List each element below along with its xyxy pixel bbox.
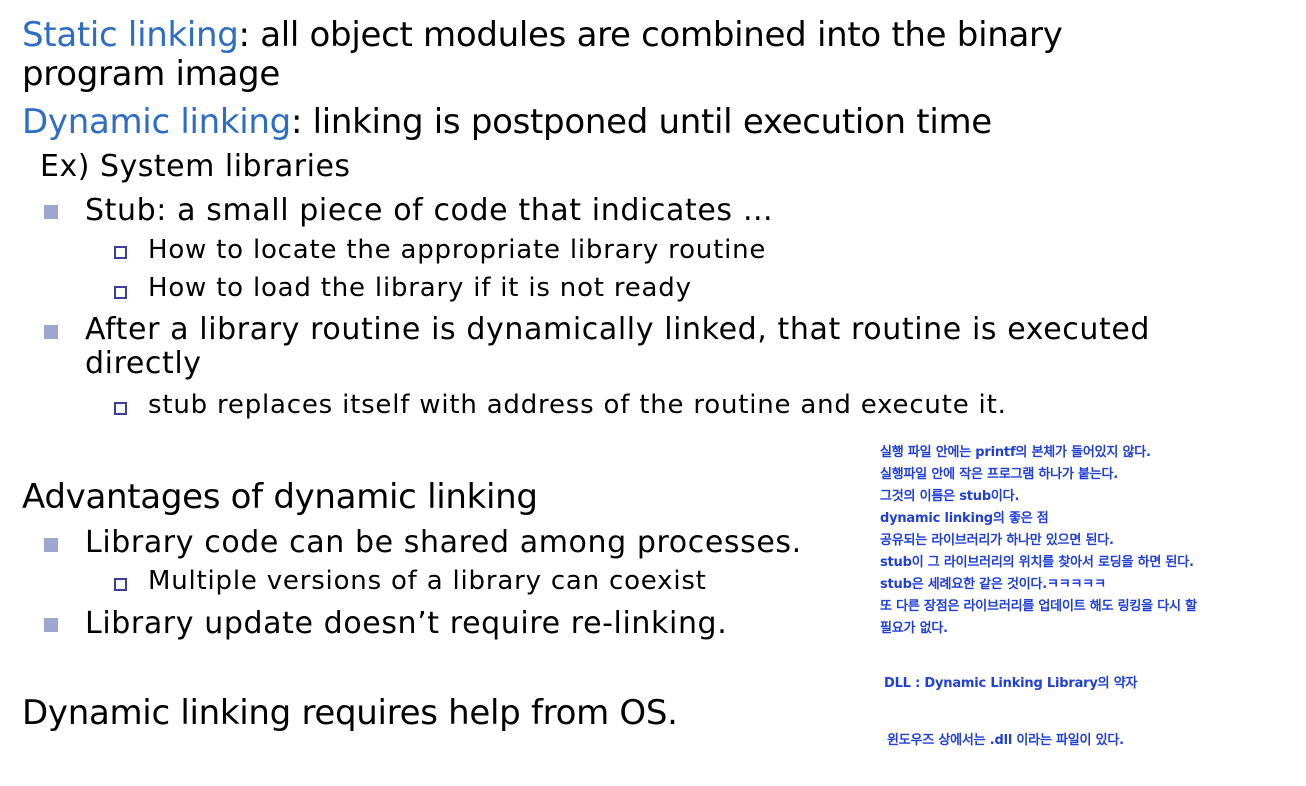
- dynamic-linking-line: Dynamic linking: linking is postponed un…: [22, 103, 992, 141]
- dynamic-linking-text: : linking is postponed until execution t…: [290, 102, 992, 142]
- square-bullet-icon: [44, 538, 58, 552]
- hollow-square-bullet-icon: [114, 286, 127, 299]
- after-bullet-text-2: directly: [85, 346, 202, 381]
- advantages-heading: Advantages of dynamic linking: [22, 477, 538, 517]
- static-linking-line-2: program image: [22, 54, 280, 94]
- hollow-square-bullet-icon: [114, 402, 127, 415]
- hollow-square-bullet-icon: [114, 246, 127, 259]
- note-line: 공유되는 라이브러리가 하나만 있으면 된다.: [880, 533, 1114, 548]
- note-line: 그것의 이름은 stub이다.: [880, 489, 1020, 504]
- after-bullet-text: After a library routine is dynamically l…: [85, 312, 1151, 347]
- advantage-update: Library update doesn’t require re-linkin…: [85, 606, 728, 641]
- static-linking-text: : all object modules are combined into t…: [238, 15, 1063, 55]
- note-line: dynamic linking의 좋은 점: [880, 511, 1049, 526]
- advantage-shared: Library code can be shared among process…: [85, 525, 802, 560]
- note-line: stub이 그 라이브러리의 위치를 찾아서 로딩을 하면 된다.: [880, 555, 1194, 570]
- square-bullet-icon: [44, 618, 58, 632]
- note-line: stub은 세례요한 같은 것이다.ㅋㅋㅋㅋㅋ: [880, 577, 1106, 592]
- advantage-shared-sub: Multiple versions of a library can coexi…: [148, 566, 707, 596]
- static-linking-keyword: Static linking: [22, 15, 239, 55]
- note-dll: DLL : Dynamic Linking Library의 약자: [884, 676, 1138, 691]
- stub-sub-locate: How to locate the appropriate library ro…: [148, 235, 767, 265]
- note-line: 실행 파일 안에는 printf의 본체가 들어있지 않다.: [880, 445, 1151, 460]
- note-line: 실행파일 안에 작은 프로그램 하나가 붙는다.: [880, 467, 1119, 482]
- dynamic-linking-keyword: Dynamic linking: [22, 102, 291, 142]
- note-line: 또 다른 장점은 라이브러리를 업데이트 해도 링킹을 다시 할: [880, 599, 1197, 614]
- stub-bullet-text: Stub: a small piece of code that indicat…: [85, 193, 774, 228]
- square-bullet-icon: [44, 325, 58, 339]
- note-line: 필요가 없다.: [880, 621, 948, 636]
- note-windows: 윈도우즈 상에서는 .dll 이라는 파일이 있다.: [887, 733, 1124, 748]
- os-help-line: Dynamic linking requires help from OS.: [22, 693, 678, 733]
- after-sub-stub: stub replaces itself with address of the…: [148, 390, 1007, 420]
- static-linking-line: Static linking: all object modules are c…: [22, 16, 1063, 54]
- square-bullet-icon: [44, 205, 58, 219]
- stub-sub-load: How to load the library if it is not rea…: [148, 273, 692, 303]
- example-line: Ex) System libraries: [40, 149, 351, 184]
- hollow-square-bullet-icon: [114, 578, 127, 591]
